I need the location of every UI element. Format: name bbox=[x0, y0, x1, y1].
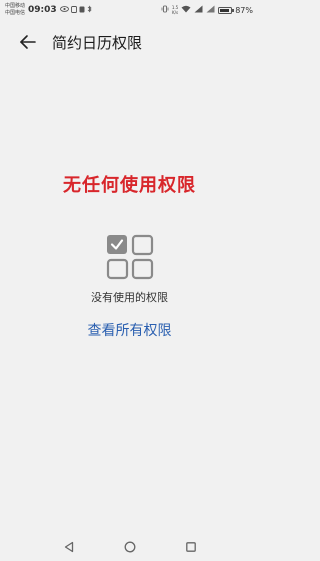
carrier-1: 中国移动 bbox=[5, 3, 26, 9]
empty-state-message: 没有使用的权限 bbox=[91, 291, 168, 304]
nav-home-button[interactable] bbox=[122, 539, 138, 555]
triangle-back-icon bbox=[64, 541, 73, 553]
carrier-2: 中国电信 bbox=[5, 10, 26, 16]
nfc-icon bbox=[79, 6, 85, 15]
notification-icon bbox=[70, 5, 77, 15]
nav-recent-button[interactable] bbox=[183, 539, 199, 555]
status-left: 中国移动 中国电信 09:03 bbox=[5, 3, 92, 17]
screen: 中国移动 中国电信 09:03 1.5 K/s 87% 简约日历权限 无任何使用… bbox=[0, 0, 259, 561]
nav-bar bbox=[0, 534, 259, 560]
net-speed-unit: K/s bbox=[172, 10, 179, 15]
back-button[interactable] bbox=[14, 28, 42, 56]
circle-home-icon bbox=[124, 541, 135, 553]
status-bar: 中国移动 中国电信 09:03 1.5 K/s 87% bbox=[0, 0, 259, 20]
battery-icon bbox=[218, 6, 235, 14]
bluetooth-icon bbox=[87, 5, 92, 15]
grid-check-icon bbox=[106, 234, 154, 280]
status-icons-left bbox=[59, 5, 92, 15]
app-bar: 简约日历权限 bbox=[0, 25, 259, 59]
square-recent-icon bbox=[185, 542, 196, 552]
signal-icon-2 bbox=[206, 5, 215, 15]
status-right: 1.5 K/s 87% bbox=[161, 5, 253, 15]
status-time: 09:03 bbox=[28, 5, 57, 15]
wifi-icon bbox=[181, 5, 191, 15]
arrow-left-icon bbox=[20, 35, 36, 49]
page-title: 简约日历权限 bbox=[52, 33, 143, 52]
battery-fill bbox=[220, 8, 229, 12]
carriers: 中国移动 中国电信 bbox=[5, 3, 25, 17]
net-speed: 1.5 K/s bbox=[172, 5, 178, 15]
signal-icon bbox=[194, 5, 203, 15]
annotation-text: 无任何使用权限 bbox=[63, 175, 196, 196]
view-all-permissions-link[interactable]: 查看所有权限 bbox=[0, 320, 259, 340]
vibrate-icon bbox=[161, 5, 169, 15]
eye-icon bbox=[59, 6, 69, 14]
nav-back-button[interactable] bbox=[61, 539, 77, 555]
battery-percent: 87% bbox=[235, 5, 253, 15]
